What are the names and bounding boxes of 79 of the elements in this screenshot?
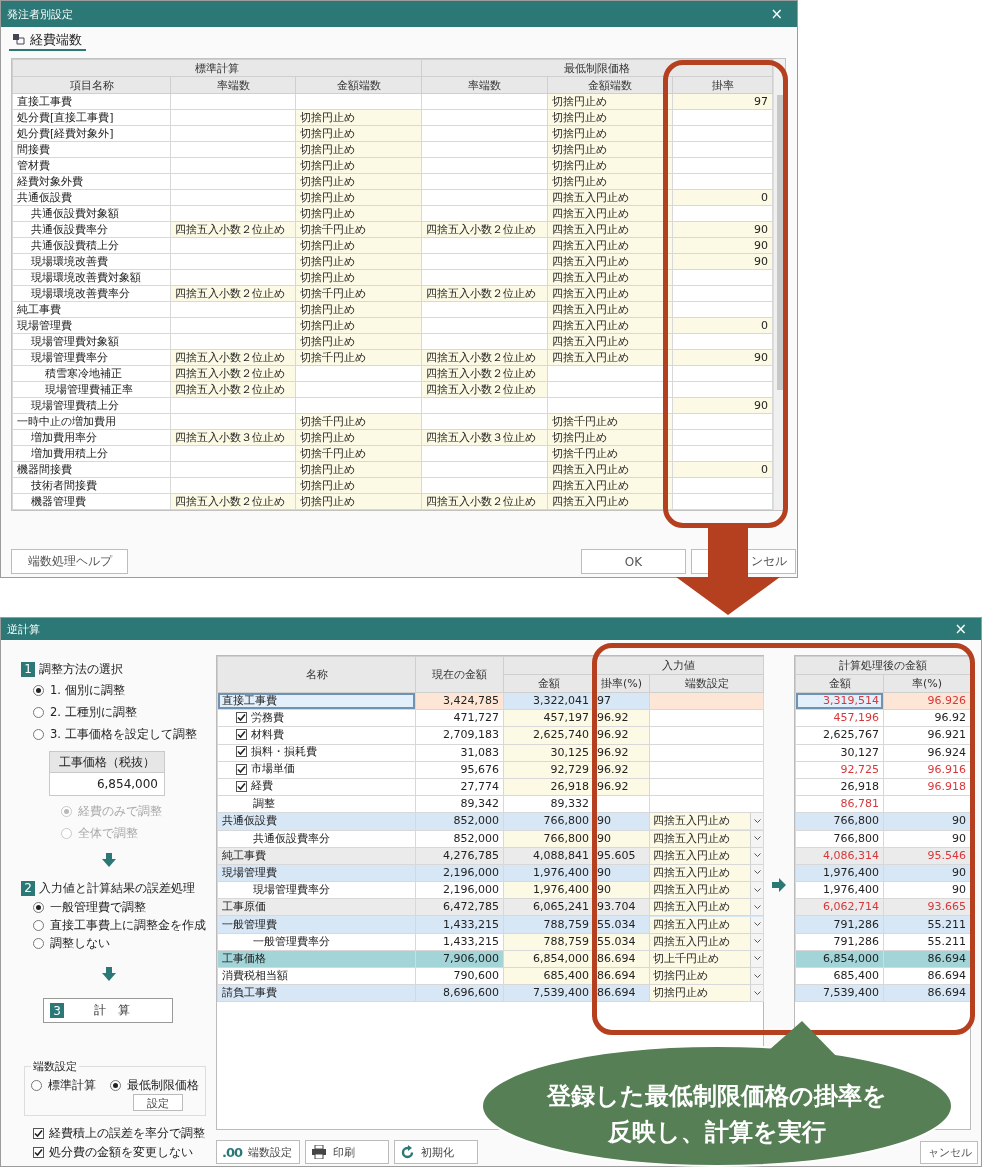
refresh-icon [400, 1144, 415, 1160]
radio-button[interactable] [33, 684, 44, 696]
step-number: 1 [21, 661, 35, 677]
rounding-dropdown[interactable]: 四捨五入円止め [650, 899, 763, 915]
group-title: 端数設定 [32, 1059, 78, 1074]
radio-option[interactable]: 調整しない [33, 934, 216, 952]
rounding-dropdown[interactable]: 四捨五入円止め [650, 865, 763, 881]
settings-button[interactable]: 設定 [133, 1094, 183, 1111]
radio-option[interactable]: 2. 工種別に調整 [33, 701, 216, 723]
row-label: 経費 [251, 779, 273, 794]
radio-button[interactable] [33, 919, 44, 931]
callout-text: 反映し、計算を実行 [608, 1117, 826, 1148]
column-group-header: 標準計算 [12, 59, 422, 77]
rounding-dropdown[interactable]: 四捨五入円止め [650, 831, 763, 847]
column-header: 名称 [217, 656, 416, 693]
price-field[interactable]: 6,854,000 [49, 773, 165, 796]
row-label: 労務費 [251, 710, 284, 725]
checkbox[interactable] [236, 746, 247, 758]
toolbar-button[interactable]: 初期化 [394, 1140, 478, 1164]
help-button[interactable]: 端数処理ヘルプ [11, 549, 128, 574]
radio-button[interactable] [31, 1079, 42, 1091]
row-label: 損料・損耗費 [251, 745, 317, 759]
radio-option[interactable]: 3. 工事価格を設定して調整 [33, 723, 216, 745]
radio-option[interactable]: 直接工事費上に調整金を作成 [33, 916, 216, 934]
radio-option[interactable]: 最低制限価格 [110, 1077, 199, 1093]
scrollbar-thumb[interactable] [777, 95, 783, 390]
checkbox[interactable] [33, 1147, 44, 1158]
close-button[interactable]: × [766, 6, 787, 22]
rounding-dropdown[interactable]: 四捨五入円止め [650, 934, 763, 950]
radio-option[interactable]: 標準計算 [31, 1077, 96, 1093]
window-title: 発注者別設定 [7, 6, 73, 22]
radio-option: 全体で調整 [61, 822, 216, 844]
step-number: 3 [50, 1003, 64, 1018]
callout-text: 登録した最低制限価格の掛率を [547, 1081, 887, 1112]
calculate-button[interactable]: 3 計 算 [43, 998, 173, 1023]
column-header: 現在の金額 [415, 656, 504, 693]
rounding-dropdown[interactable]: 切上千円止め [650, 951, 763, 967]
checkbox-option[interactable]: 処分費の金額を変更しない [33, 1143, 216, 1162]
radio-button[interactable] [33, 706, 44, 718]
close-button[interactable]: × [950, 621, 971, 637]
checkbox[interactable] [236, 729, 247, 741]
toolbar-button[interactable]: 印刷 [305, 1140, 389, 1164]
radio-option[interactable]: 一般管理費で調整 [33, 898, 216, 916]
arrow-down-icon [100, 966, 117, 982]
radio-button[interactable] [33, 937, 44, 949]
section-title: 調整方法の選択 [39, 661, 123, 677]
row-label: 市場単価 [251, 762, 295, 777]
toolbar-button[interactable]: .00 端数設定 [216, 1140, 300, 1164]
rounding-dropdown[interactable]: 切捨円止め [650, 985, 763, 1001]
ok-button[interactable]: OK [581, 549, 686, 574]
rounding-dropdown[interactable]: 四捨五入円止め [650, 916, 763, 933]
radio-option[interactable]: 1. 個別に調整 [33, 679, 216, 701]
rounding-dropdown[interactable]: 切捨円止め [650, 968, 763, 984]
window-title: 逆計算 [7, 621, 40, 637]
cancel-button[interactable]: ャンセル [920, 1140, 978, 1164]
checkbox[interactable] [33, 1128, 44, 1139]
printer-icon [311, 1145, 327, 1159]
checkbox[interactable] [236, 763, 247, 775]
tab[interactable]: 経費端数 [9, 30, 86, 51]
arrow-down-icon [100, 852, 117, 868]
radio-option: 経費のみで調整 [61, 800, 216, 822]
checkbox[interactable] [236, 780, 247, 792]
radio-button[interactable] [33, 901, 44, 913]
rounding-dropdown[interactable]: 四捨五入円止め [650, 882, 763, 898]
tab-icon [13, 34, 25, 45]
field-label: 工事価格（税抜） [49, 751, 165, 773]
rounding-dropdown[interactable]: 四捨五入円止め [650, 848, 763, 864]
rounding-dropdown[interactable]: 四捨五入円止め [650, 813, 763, 829]
arrow-right-icon [771, 877, 787, 893]
decimal-icon: .00 [222, 1144, 243, 1160]
row-label: 材料費 [251, 727, 284, 742]
step-number: 2 [21, 880, 35, 896]
radio-button[interactable] [33, 728, 44, 740]
checkbox-option[interactable]: 経費積上の誤差を率分で調整 [33, 1124, 216, 1143]
section-title: 入力値と計算結果の誤差処理 [39, 880, 195, 896]
column-group-header: 最低制限価格 [421, 59, 773, 77]
radio-button[interactable] [110, 1079, 121, 1091]
checkbox[interactable] [236, 712, 247, 724]
column-group-header: 計算処理後の金額 [795, 656, 971, 675]
